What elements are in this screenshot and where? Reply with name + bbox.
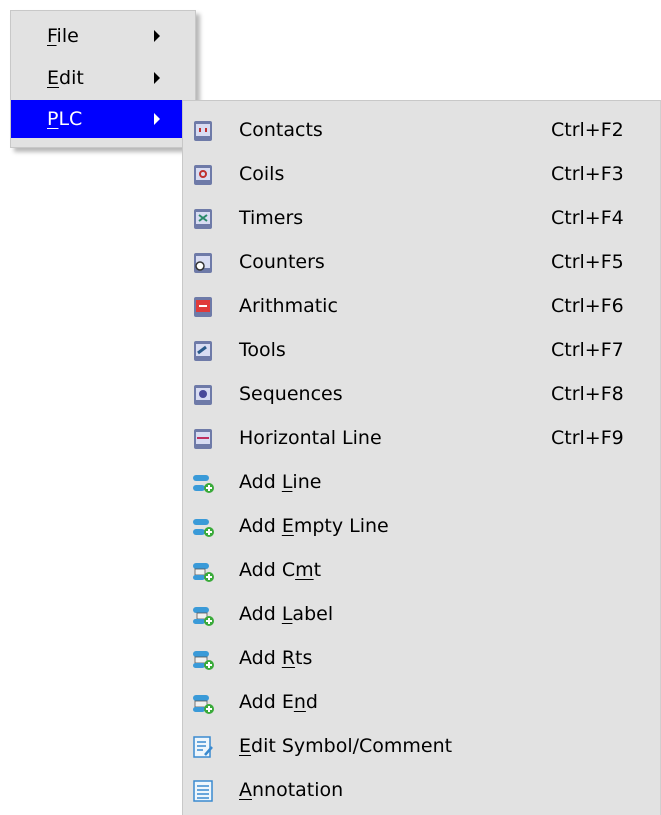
add-label-icon	[193, 607, 214, 626]
menu-item-label: Edit	[47, 67, 84, 89]
sequences-icon	[194, 385, 212, 405]
arithmatic-icon	[194, 297, 212, 317]
timers-icon	[194, 209, 212, 229]
menu-item-add-label[interactable]: Add Label	[183, 593, 660, 637]
plc-submenu: Contacts Ctrl+F2 Coils Ctrl+F3 Timers Ct…	[182, 100, 661, 815]
tools-icon	[194, 341, 212, 361]
shortcut-label: Ctrl+F4	[551, 207, 624, 229]
counters-icon	[194, 253, 212, 273]
menu-item-add-rts[interactable]: Add Rts	[183, 637, 660, 681]
submenu-arrow-icon	[154, 72, 160, 84]
menu-item-edit[interactable]: Edit	[11, 59, 195, 97]
annotation-icon	[193, 780, 213, 802]
main-menu: File Edit PLC	[10, 10, 196, 148]
menu-item-horizontal-line[interactable]: Horizontal Line Ctrl+F9	[183, 417, 660, 461]
menu-item-sequences[interactable]: Sequences Ctrl+F8	[183, 373, 660, 417]
menu-item-add-empty-line[interactable]: Add Empty Line	[183, 505, 660, 549]
horizontal-line-icon	[194, 429, 212, 449]
add-line-icon	[193, 475, 214, 493]
shortcut-label: Ctrl+F9	[551, 427, 624, 449]
shortcut-label: Ctrl+F5	[551, 251, 624, 273]
menu-item-counters[interactable]: Counters Ctrl+F5	[183, 241, 660, 285]
menu-item-annotation[interactable]: Annotation	[183, 769, 660, 813]
menu-item-label: PLC	[47, 108, 83, 130]
menu-item-tools[interactable]: Tools Ctrl+F7	[183, 329, 660, 373]
contacts-icon	[194, 121, 212, 141]
menu-item-plc[interactable]: PLC	[11, 100, 195, 138]
edit-symbol-comment-icon	[193, 736, 213, 758]
menu-item-arithmatic[interactable]: Arithmatic Ctrl+F6	[183, 285, 660, 329]
menu-item-edit-symbol-comment[interactable]: Edit Symbol/Comment	[183, 725, 660, 769]
submenu-arrow-icon	[154, 113, 160, 125]
add-rts-icon	[193, 651, 214, 670]
menu-item-timers[interactable]: Timers Ctrl+F4	[183, 197, 660, 241]
shortcut-label: Ctrl+F3	[551, 163, 624, 185]
add-end-icon	[193, 695, 214, 714]
submenu-arrow-icon	[154, 30, 160, 42]
coils-icon	[194, 165, 212, 185]
menu-item-add-end[interactable]: Add End	[183, 681, 660, 725]
shortcut-label: Ctrl+F2	[551, 119, 624, 141]
menu-item-contacts[interactable]: Contacts Ctrl+F2	[183, 109, 660, 153]
shortcut-label: Ctrl+F7	[551, 339, 624, 361]
add-comment-icon	[193, 563, 214, 582]
menu-item-file[interactable]: File	[11, 17, 195, 55]
menu-item-add-line[interactable]: Add Line	[183, 461, 660, 505]
shortcut-label: Ctrl+F6	[551, 295, 624, 317]
menu-item-label: File	[47, 25, 79, 47]
menu-item-add-comment[interactable]: Add Cmt	[183, 549, 660, 593]
menu-item-coils[interactable]: Coils Ctrl+F3	[183, 153, 660, 197]
add-empty-line-icon	[193, 519, 214, 537]
shortcut-label: Ctrl+F8	[551, 383, 624, 405]
